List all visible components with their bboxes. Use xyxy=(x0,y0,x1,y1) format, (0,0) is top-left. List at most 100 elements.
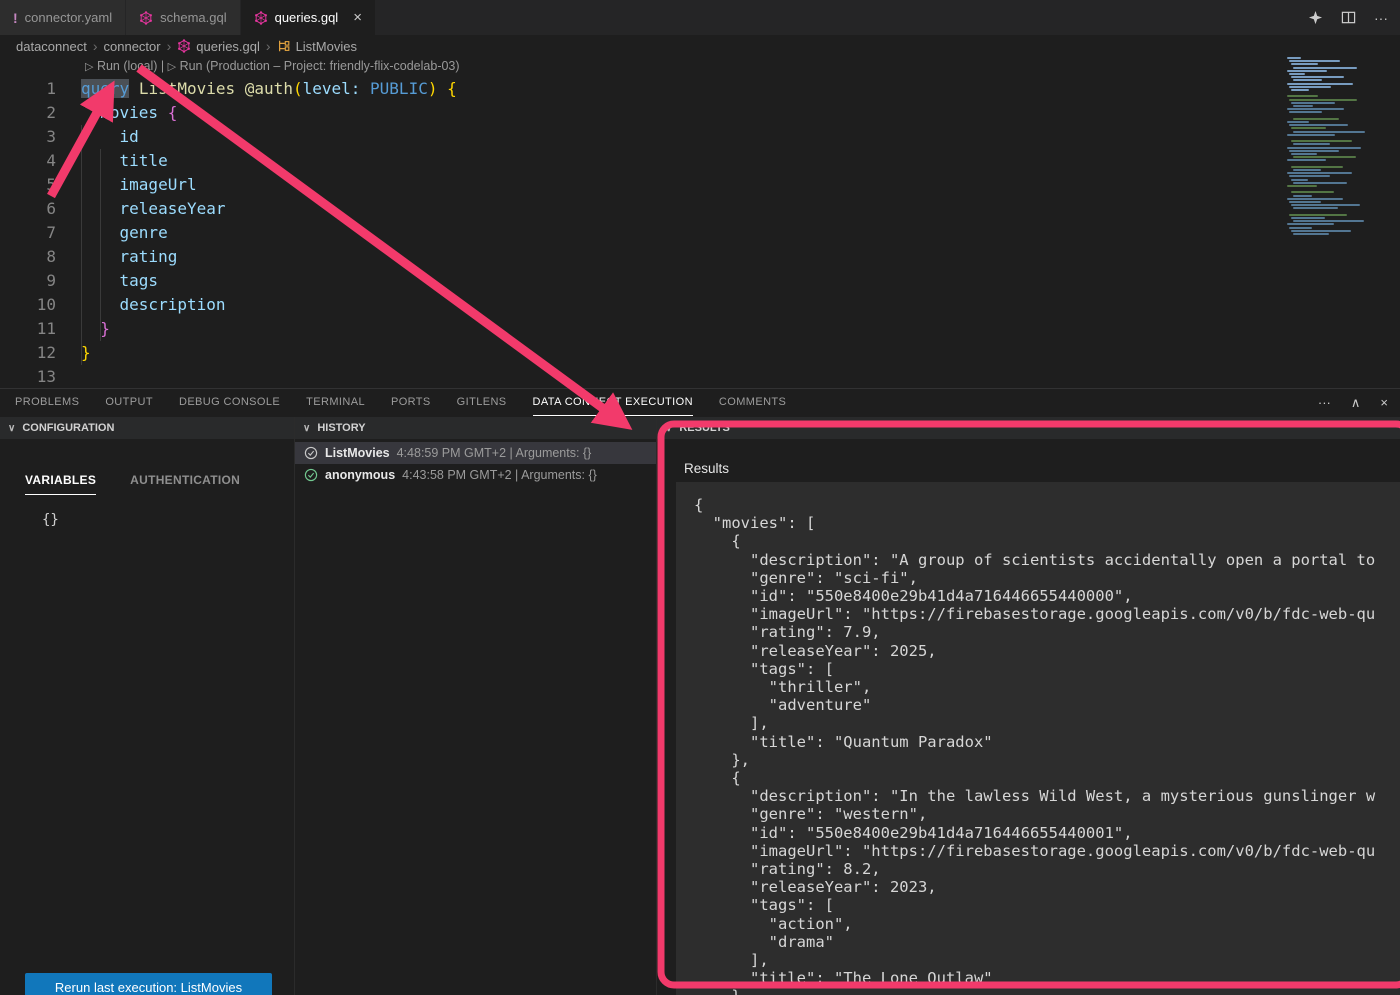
minimap-line xyxy=(1291,102,1335,104)
breadcrumb-item-queries-gql[interactable]: queries.gql xyxy=(177,39,260,54)
panel-close-icon[interactable]: × xyxy=(1380,395,1388,410)
line-text: } xyxy=(81,317,110,341)
more-actions-icon[interactable]: ··· xyxy=(1374,10,1388,26)
sparkle-ai-icon[interactable] xyxy=(1308,10,1323,25)
line-text: id xyxy=(81,125,139,149)
code-line-7[interactable]: 7 genre xyxy=(0,221,1400,245)
breadcrumb-item-dataconnect[interactable]: dataconnect xyxy=(16,39,87,54)
results-header[interactable]: ∨ RESULTS xyxy=(657,417,1400,439)
minimap-line xyxy=(1293,143,1330,145)
line-text: tags xyxy=(81,269,158,293)
panel-tab-terminal[interactable]: TERMINAL xyxy=(306,389,365,416)
minimap-line xyxy=(1287,83,1353,85)
line-number: 4 xyxy=(0,149,56,173)
config-tab-authentication[interactable]: AUTHENTICATION xyxy=(130,473,240,495)
line-text: } xyxy=(81,341,91,365)
minimap-line xyxy=(1289,201,1321,203)
panel-tab-debug-console[interactable]: DEBUG CONSOLE xyxy=(179,389,280,416)
panel-actions: ··· ∧ × xyxy=(1318,389,1388,416)
editor-tab-connector-yaml[interactable]: !connector.yaml xyxy=(0,0,125,35)
minimap-line xyxy=(1289,124,1348,126)
results-json-viewer[interactable]: { "movies": [ { "description": "A group … xyxy=(676,482,1400,995)
code-line-11[interactable]: 11 } xyxy=(0,317,1400,341)
chevron-down-icon: ∨ xyxy=(665,423,672,434)
minimap-line xyxy=(1291,153,1317,155)
history-entry-ListMovies[interactable]: ListMovies4:48:59 PM GMT+2 | Arguments: … xyxy=(295,442,656,464)
rerun-last-execution-button[interactable]: Rerun last execution: ListMovies xyxy=(25,973,272,995)
code-line-9[interactable]: 9 tags xyxy=(0,269,1400,293)
tab-label: queries.gql xyxy=(275,10,339,25)
tab-bar-tabs: !connector.yamlschema.gql queries.gql × xyxy=(0,0,376,35)
line-number: 13 xyxy=(0,365,56,388)
code-line-5[interactable]: 5 imageUrl xyxy=(0,173,1400,197)
panel-tab-gitlens[interactable]: GITLENS xyxy=(457,389,507,416)
variables-value[interactable]: {} xyxy=(42,512,294,528)
panel-tab-comments[interactable]: COMMENTS xyxy=(719,389,786,416)
split-editor-icon[interactable] xyxy=(1341,10,1356,25)
panel-maximize-icon[interactable]: ∧ xyxy=(1351,395,1361,411)
code-editor[interactable]: ▷ Run (local) | ▷ Run (Production – Proj… xyxy=(0,57,1400,388)
codelens-run-actions[interactable]: ▷ Run (local) | ▷ Run (Production – Proj… xyxy=(85,59,460,73)
configuration-title: CONFIGURATION xyxy=(22,422,114,434)
minimap-line xyxy=(1293,220,1364,222)
code-line-2[interactable]: 2 movies { xyxy=(0,101,1400,125)
history-header[interactable]: ∨ HISTORY xyxy=(295,417,656,439)
minimap-line xyxy=(1293,207,1338,209)
history-title: HISTORY xyxy=(317,422,365,434)
code-line-4[interactable]: 4 title xyxy=(0,149,1400,173)
minimap[interactable] xyxy=(1283,57,1400,241)
results-section: ∨ RESULTS Results { "movies": [ { "descr… xyxy=(657,417,1400,995)
minimap-line xyxy=(1287,198,1343,200)
panel-tab-problems[interactable]: PROBLEMS xyxy=(15,389,79,416)
results-json-text: { "movies": [ { "description": "A group … xyxy=(694,496,1400,995)
breadcrumb-separator-icon: › xyxy=(167,38,172,54)
code-line-6[interactable]: 6 releaseYear xyxy=(0,197,1400,221)
minimap-line xyxy=(1291,166,1343,168)
line-text: genre xyxy=(81,221,168,245)
editor-tab-schema-gql[interactable]: schema.gql xyxy=(126,0,239,35)
line-number: 10 xyxy=(0,293,56,317)
line-text: description xyxy=(81,293,226,317)
breadcrumb-label: dataconnect xyxy=(16,39,87,54)
code-line-1[interactable]: 1query ListMovies @auth(level: PUBLIC) { xyxy=(0,77,1400,101)
minimap-line xyxy=(1289,111,1322,113)
panel-tab-ports[interactable]: PORTS xyxy=(391,389,431,416)
breadcrumb-separator-icon: › xyxy=(93,38,98,54)
minimap-line xyxy=(1291,191,1334,193)
minimap-line xyxy=(1291,179,1308,181)
run-production-link[interactable]: Run (Production – Project: friendly-flix… xyxy=(180,59,460,73)
editor-tab-bar: !connector.yamlschema.gql queries.gql × ··… xyxy=(0,0,1400,35)
config-tab-variables[interactable]: VARIABLES xyxy=(25,473,96,495)
line-text: releaseYear xyxy=(81,197,226,221)
chevron-down-icon: ∨ xyxy=(8,423,15,434)
configuration-header[interactable]: ∨ CONFIGURATION xyxy=(0,417,294,439)
minimap-line xyxy=(1291,63,1318,65)
close-icon[interactable]: × xyxy=(353,9,362,26)
editor-title-actions: ··· xyxy=(1308,0,1388,35)
editor-tab-queries-gql[interactable]: queries.gql × xyxy=(241,0,375,35)
history-entry-anonymous[interactable]: anonymous4:43:58 PM GMT+2 | Arguments: {… xyxy=(295,464,656,486)
run-local-link[interactable]: Run (local) xyxy=(97,59,157,73)
minimap-line xyxy=(1287,159,1326,161)
breadcrumb-item-connector[interactable]: connector xyxy=(104,39,161,54)
code-line-8[interactable]: 8 rating xyxy=(0,245,1400,269)
minimap-line xyxy=(1293,182,1347,184)
line-number: 5 xyxy=(0,173,56,197)
code-line-13[interactable]: 13 xyxy=(0,365,1400,388)
code-line-12[interactable]: 12} xyxy=(0,341,1400,365)
panel-more-icon[interactable]: ··· xyxy=(1318,395,1331,410)
code-line-3[interactable]: 3 id xyxy=(0,125,1400,149)
history-section: ∨ HISTORY ListMovies4:48:59 PM GMT+2 | A… xyxy=(295,417,657,995)
results-label: Results xyxy=(684,461,729,476)
code-line-10[interactable]: 10 description xyxy=(0,293,1400,317)
configuration-section: ∨ CONFIGURATION VARIABLESAUTHENTICATION … xyxy=(0,417,295,995)
panel-tab-data-connect-execution[interactable]: DATA CONNECT EXECUTION xyxy=(533,389,693,416)
breadcrumb-item-ListMovies[interactable]: ListMovies xyxy=(277,39,357,54)
minimap-line xyxy=(1291,127,1326,129)
panel-tab-output[interactable]: OUTPUT xyxy=(105,389,153,416)
minimap-line xyxy=(1289,86,1331,88)
minimap-line xyxy=(1289,150,1339,152)
run-production-icon[interactable]: ▷ xyxy=(168,61,176,73)
run-local-icon[interactable]: ▷ xyxy=(85,61,93,73)
line-text: movies { xyxy=(81,101,177,125)
